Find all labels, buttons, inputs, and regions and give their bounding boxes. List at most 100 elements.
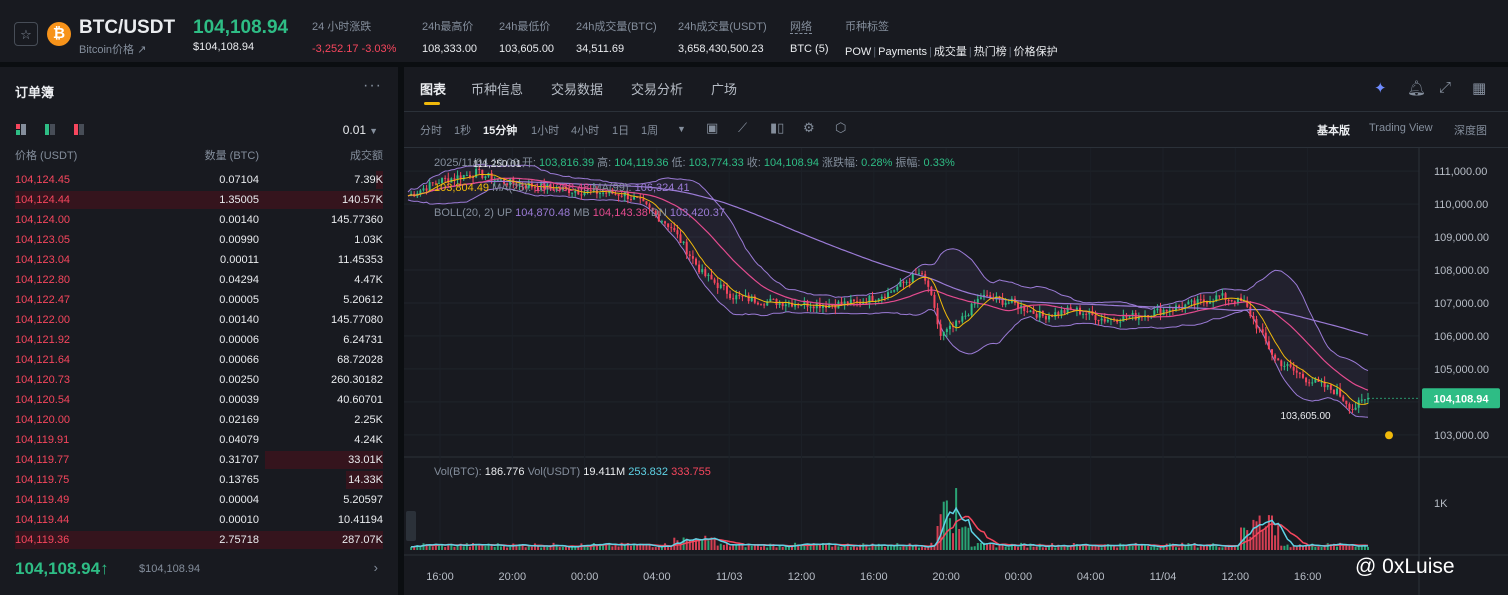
ask-row[interactable]: 104,124.00 0.00140 145.77360 <box>0 210 398 230</box>
volume-bar <box>1261 529 1264 550</box>
ask-row[interactable]: 104,124.44 1.35005 140.57K <box>0 190 398 210</box>
ask-row[interactable]: 104,123.05 0.00990 1.03K <box>0 230 398 250</box>
grid-layout-icon[interactable]: ▦ <box>1472 79 1486 97</box>
indicator-icon[interactable]: ⟋ <box>738 120 747 136</box>
ask-row[interactable]: 104,124.45 0.07104 7.39K <box>0 170 398 190</box>
ask-row[interactable]: 104,119.75 0.13765 14.33K <box>0 470 398 490</box>
tag-item[interactable]: 热门榜 <box>974 46 1007 58</box>
ask-row[interactable]: 104,122.47 0.00005 5.20612 <box>0 290 398 310</box>
volume-bar <box>1181 542 1184 550</box>
volume-bar <box>787 546 790 550</box>
book-mode-both-icon[interactable] <box>16 124 26 135</box>
candle-body <box>936 307 939 325</box>
network-value: BTC (5) <box>790 43 829 55</box>
candle-body <box>902 281 905 283</box>
ask-row[interactable]: 104,123.04 0.00011 11.45353 <box>0 250 398 270</box>
interval-1h[interactable]: 1小时 <box>531 122 559 138</box>
ask-row[interactable]: 104,120.00 0.02169 2.25K <box>0 410 398 430</box>
ask-row[interactable]: 104,119.44 0.00010 10.41194 <box>0 510 398 530</box>
candle-body <box>732 298 735 300</box>
calendar-icon[interactable]: ▣ <box>706 120 718 136</box>
candle-body <box>713 279 716 283</box>
ask-row[interactable]: 104,121.92 0.00006 6.24731 <box>0 330 398 350</box>
settings-icon[interactable]: ⚙ <box>803 120 815 136</box>
view-basic[interactable]: 基本版 <box>1317 122 1350 138</box>
interval-4h[interactable]: 4小时 <box>571 122 599 138</box>
volume-bar <box>1069 546 1072 550</box>
coin-price-link[interactable]: Bitcoin价格 ↗ <box>79 41 146 57</box>
candle-body <box>1082 313 1085 315</box>
ask-row[interactable]: 104,122.00 0.00140 145.77080 <box>0 310 398 330</box>
candle-body <box>973 303 976 305</box>
ask-price: 104,120.54 <box>15 394 71 406</box>
candle-body <box>1255 319 1258 329</box>
interval-time[interactable]: 分时 <box>420 122 442 138</box>
y-tick-label: 107,000.00 <box>1434 298 1489 310</box>
tag-item[interactable]: Payments <box>878 46 927 58</box>
tag-item[interactable]: 价格保护 <box>1014 46 1058 58</box>
volume-bar <box>775 547 778 550</box>
ask-row[interactable]: 104,119.49 0.00004 5.20597 <box>0 490 398 510</box>
volume-bar <box>1267 515 1270 550</box>
ask-list: 104,124.45 0.07104 7.39K 104,124.44 1.35005 1… <box>0 170 398 550</box>
price-chart[interactable]: 111,000.00 110,000.00 109,000.00 108,000.00… <box>404 148 1508 595</box>
ask-row[interactable]: 104,120.73 0.00250 260.30182 <box>0 370 398 390</box>
ask-price: 104,121.92 <box>15 334 71 346</box>
tab-chart[interactable]: 图表 <box>420 79 446 98</box>
view-depth[interactable]: 深度图 <box>1454 122 1487 138</box>
hexagon-icon[interactable]: ⬡ <box>835 120 846 136</box>
candle-body <box>775 298 778 306</box>
volume-bar <box>948 518 951 550</box>
ai-sparkle-icon[interactable]: ✦ <box>1374 79 1387 97</box>
book-mode-bids-icon[interactable] <box>45 124 55 135</box>
ask-row[interactable]: 104,119.77 0.31707 33.01K <box>0 450 398 470</box>
tab-coin-info[interactable]: 币种信息 <box>471 79 523 98</box>
tab-trading-data[interactable]: 交易数据 <box>551 79 603 98</box>
symbol-title[interactable]: BTC/USDT <box>79 17 175 39</box>
book-mode-asks-icon[interactable] <box>74 124 84 135</box>
ask-qty: 0.31707 <box>219 454 259 466</box>
volume-bar <box>1196 547 1199 550</box>
ask-row[interactable]: 104,121.64 0.00066 68.72028 <box>0 350 398 370</box>
bell-icon[interactable]: 🔔︎ <box>1407 79 1426 97</box>
candle-type-icon[interactable]: ▮▯ <box>770 120 784 136</box>
candle-body <box>1221 293 1224 296</box>
volume-bar <box>1199 545 1202 550</box>
ask-qty: 0.00066 <box>219 354 259 366</box>
interval-1w[interactable]: 1周 <box>641 122 658 138</box>
candle-body <box>1252 316 1255 320</box>
stat-network[interactable]: 网络 BTC (5) <box>790 18 829 55</box>
ask-row[interactable]: 104,122.80 0.04294 4.47K <box>0 270 398 290</box>
volume-bar <box>695 538 697 550</box>
candle-body <box>679 234 682 244</box>
ask-row[interactable]: 104,119.91 0.04079 4.24K <box>0 430 398 450</box>
more-options-icon[interactable]: ··· <box>363 77 382 95</box>
interval-15m[interactable]: 15分钟 <box>483 122 517 138</box>
interval-more-caret-icon[interactable]: ▼ <box>677 124 686 134</box>
tag-item[interactable]: 成交量 <box>934 46 967 58</box>
ask-total: 6.24731 <box>343 334 383 346</box>
volume-bar <box>840 547 843 550</box>
tag-item[interactable]: POW <box>845 46 871 58</box>
tick-size-select[interactable]: 0.01 ▼ <box>343 123 378 137</box>
expand-icon[interactable]: ⤢ <box>1439 79 1451 96</box>
favorite-star-icon[interactable]: ☆ <box>14 22 38 46</box>
interval-1d[interactable]: 1日 <box>612 122 629 138</box>
volume-bar <box>970 546 973 550</box>
ask-row[interactable]: 104,119.36 2.75718 287.07K <box>0 530 398 550</box>
view-tradingview[interactable]: Trading View <box>1369 122 1433 134</box>
tab-trading-analysis[interactable]: 交易分析 <box>631 79 683 98</box>
ohlc-high-label: 高: <box>594 155 611 169</box>
ask-qty: 0.00140 <box>219 314 259 326</box>
ask-row[interactable]: 104,120.54 0.00039 40.60701 <box>0 390 398 410</box>
volume-bar <box>462 546 465 550</box>
candle-body <box>688 254 691 257</box>
candle-body <box>890 291 893 293</box>
stat-24h-high: 24h最高价 108,333.00 <box>422 18 477 55</box>
interval-1s[interactable]: 1秒 <box>454 122 471 138</box>
volume-bar <box>1187 543 1190 550</box>
chevron-right-icon[interactable]: › <box>374 560 378 575</box>
tab-square[interactable]: 广场 <box>711 79 737 98</box>
volume-bar <box>750 545 753 550</box>
volume-bar <box>444 547 447 550</box>
